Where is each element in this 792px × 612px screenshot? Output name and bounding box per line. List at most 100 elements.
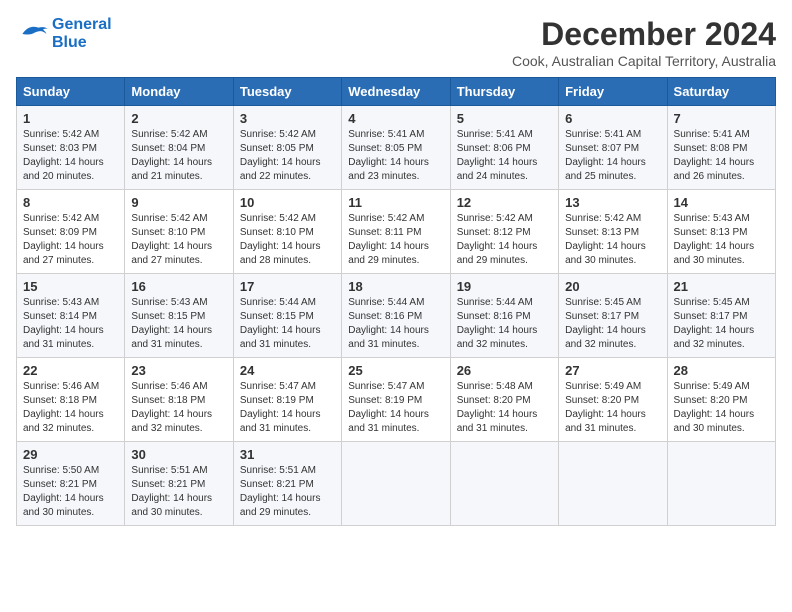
cell-info: Sunrise: 5:41 AM Sunset: 8:05 PM Dayligh…	[348, 129, 429, 182]
day-number: 13	[565, 195, 660, 210]
calendar-cell: 26 Sunrise: 5:48 AM Sunset: 8:20 PM Dayli…	[450, 358, 558, 442]
calendar-cell: 24 Sunrise: 5:47 AM Sunset: 8:19 PM Dayli…	[233, 358, 341, 442]
day-number: 11	[348, 195, 443, 210]
cell-info: Sunrise: 5:49 AM Sunset: 8:20 PM Dayligh…	[565, 381, 646, 434]
day-number: 2	[131, 111, 226, 126]
cell-info: Sunrise: 5:47 AM Sunset: 8:19 PM Dayligh…	[348, 381, 429, 434]
cell-info: Sunrise: 5:43 AM Sunset: 8:15 PM Dayligh…	[131, 297, 212, 350]
calendar-cell: 29 Sunrise: 5:50 AM Sunset: 8:21 PM Dayli…	[17, 442, 125, 526]
cell-info: Sunrise: 5:50 AM Sunset: 8:21 PM Dayligh…	[23, 465, 104, 518]
cell-info: Sunrise: 5:46 AM Sunset: 8:18 PM Dayligh…	[23, 381, 104, 434]
day-number: 3	[240, 111, 335, 126]
calendar-cell: 1 Sunrise: 5:42 AM Sunset: 8:03 PM Daylig…	[17, 106, 125, 190]
day-number: 12	[457, 195, 552, 210]
calendar-cell: 30 Sunrise: 5:51 AM Sunset: 8:21 PM Dayli…	[125, 442, 233, 526]
day-number: 4	[348, 111, 443, 126]
calendar-cell	[450, 442, 558, 526]
day-number: 14	[674, 195, 769, 210]
calendar-cell: 12 Sunrise: 5:42 AM Sunset: 8:12 PM Dayli…	[450, 190, 558, 274]
calendar-cell: 9 Sunrise: 5:42 AM Sunset: 8:10 PM Daylig…	[125, 190, 233, 274]
day-number: 7	[674, 111, 769, 126]
cell-info: Sunrise: 5:44 AM Sunset: 8:16 PM Dayligh…	[348, 297, 429, 350]
calendar-cell: 15 Sunrise: 5:43 AM Sunset: 8:14 PM Dayli…	[17, 274, 125, 358]
day-number: 17	[240, 279, 335, 294]
day-number: 24	[240, 363, 335, 378]
calendar-cell: 22 Sunrise: 5:46 AM Sunset: 8:18 PM Dayli…	[17, 358, 125, 442]
calendar-cell	[667, 442, 775, 526]
day-number: 19	[457, 279, 552, 294]
calendar-cell: 4 Sunrise: 5:41 AM Sunset: 8:05 PM Daylig…	[342, 106, 450, 190]
cell-info: Sunrise: 5:49 AM Sunset: 8:20 PM Dayligh…	[674, 381, 755, 434]
cell-info: Sunrise: 5:45 AM Sunset: 8:17 PM Dayligh…	[565, 297, 646, 350]
cell-info: Sunrise: 5:41 AM Sunset: 8:07 PM Dayligh…	[565, 129, 646, 182]
calendar-cell	[559, 442, 667, 526]
cell-info: Sunrise: 5:42 AM Sunset: 8:09 PM Dayligh…	[23, 213, 104, 266]
calendar-cell: 6Sunrise: 5:41 AM Sunset: 8:07 PM Daylig…	[559, 106, 667, 190]
cell-info: Sunrise: 5:45 AM Sunset: 8:17 PM Dayligh…	[674, 297, 755, 350]
header: General Blue December 2024 Cook, Austral…	[16, 16, 776, 69]
day-header-sunday: Sunday	[17, 78, 125, 106]
cell-info: Sunrise: 5:44 AM Sunset: 8:15 PM Dayligh…	[240, 297, 321, 350]
cell-info: Sunrise: 5:51 AM Sunset: 8:21 PM Dayligh…	[240, 465, 321, 518]
day-number: 15	[23, 279, 118, 294]
day-number: 8	[23, 195, 118, 210]
calendar-cell: 20 Sunrise: 5:45 AM Sunset: 8:17 PM Dayli…	[559, 274, 667, 358]
day-number: 30	[131, 447, 226, 462]
day-number: 28	[674, 363, 769, 378]
cell-info: Sunrise: 5:41 AM Sunset: 8:06 PM Dayligh…	[457, 129, 538, 182]
day-header-friday: Friday	[559, 78, 667, 106]
cell-info: Sunrise: 5:42 AM Sunset: 8:12 PM Dayligh…	[457, 213, 538, 266]
cell-info: Sunrise: 5:42 AM Sunset: 8:10 PM Dayligh…	[131, 213, 212, 266]
calendar-cell: 31 Sunrise: 5:51 AM Sunset: 8:21 PM Dayli…	[233, 442, 341, 526]
day-header-tuesday: Tuesday	[233, 78, 341, 106]
calendar-cell	[342, 442, 450, 526]
cell-info: Sunrise: 5:42 AM Sunset: 8:03 PM Dayligh…	[23, 129, 104, 182]
day-number: 31	[240, 447, 335, 462]
calendar-cell: 13 Sunrise: 5:42 AM Sunset: 8:13 PM Dayli…	[559, 190, 667, 274]
day-header-thursday: Thursday	[450, 78, 558, 106]
day-number: 22	[23, 363, 118, 378]
calendar-cell: 10Sunrise: 5:42 AM Sunset: 8:10 PM Dayli…	[233, 190, 341, 274]
day-number: 29	[23, 447, 118, 462]
cell-info: Sunrise: 5:42 AM Sunset: 8:11 PM Dayligh…	[348, 213, 429, 266]
day-number: 16	[131, 279, 226, 294]
day-number: 5	[457, 111, 552, 126]
calendar-cell: 14 Sunrise: 5:43 AM Sunset: 8:13 PM Dayli…	[667, 190, 775, 274]
cell-info: Sunrise: 5:48 AM Sunset: 8:20 PM Dayligh…	[457, 381, 538, 434]
cell-info: Sunrise: 5:42 AM Sunset: 8:05 PM Dayligh…	[240, 129, 321, 182]
day-number: 25	[348, 363, 443, 378]
cell-info: Sunrise: 5:43 AM Sunset: 8:14 PM Dayligh…	[23, 297, 104, 350]
calendar-table: SundayMondayTuesdayWednesdayThursdayFrid…	[16, 77, 776, 526]
day-number: 26	[457, 363, 552, 378]
calendar-cell: 25 Sunrise: 5:47 AM Sunset: 8:19 PM Dayli…	[342, 358, 450, 442]
day-number: 1	[23, 111, 118, 126]
day-number: 27	[565, 363, 660, 378]
subtitle: Cook, Australian Capital Territory, Aust…	[512, 53, 776, 69]
calendar-cell: 8 Sunrise: 5:42 AM Sunset: 8:09 PM Daylig…	[17, 190, 125, 274]
cell-info: Sunrise: 5:43 AM Sunset: 8:13 PM Dayligh…	[674, 213, 755, 266]
cell-info: Sunrise: 5:46 AM Sunset: 8:18 PM Dayligh…	[131, 381, 212, 434]
calendar-cell: 3 Sunrise: 5:42 AM Sunset: 8:05 PM Daylig…	[233, 106, 341, 190]
day-header-monday: Monday	[125, 78, 233, 106]
calendar-cell: 21 Sunrise: 5:45 AM Sunset: 8:17 PM Dayli…	[667, 274, 775, 358]
cell-info: Sunrise: 5:51 AM Sunset: 8:21 PM Dayligh…	[131, 465, 212, 518]
logo: General Blue	[16, 16, 112, 52]
day-number: 21	[674, 279, 769, 294]
title-area: December 2024 Cook, Australian Capital T…	[512, 16, 776, 69]
cell-info: Sunrise: 5:44 AM Sunset: 8:16 PM Dayligh…	[457, 297, 538, 350]
calendar-cell: 28 Sunrise: 5:49 AM Sunset: 8:20 PM Dayli…	[667, 358, 775, 442]
cell-info: Sunrise: 5:41 AM Sunset: 8:08 PM Dayligh…	[674, 129, 755, 182]
day-number: 9	[131, 195, 226, 210]
cell-info: Sunrise: 5:42 AM Sunset: 8:13 PM Dayligh…	[565, 213, 646, 266]
cell-info: Sunrise: 5:47 AM Sunset: 8:19 PM Dayligh…	[240, 381, 321, 434]
calendar-cell: 7 Sunrise: 5:41 AM Sunset: 8:08 PM Daylig…	[667, 106, 775, 190]
calendar-cell: 19 Sunrise: 5:44 AM Sunset: 8:16 PM Dayli…	[450, 274, 558, 358]
day-number: 23	[131, 363, 226, 378]
day-number: 20	[565, 279, 660, 294]
calendar-cell: 16 Sunrise: 5:43 AM Sunset: 8:15 PM Dayli…	[125, 274, 233, 358]
month-title: December 2024	[512, 16, 776, 53]
cell-info: Sunrise: 5:42 AM Sunset: 8:04 PM Dayligh…	[131, 129, 212, 182]
calendar-cell: 23 Sunrise: 5:46 AM Sunset: 8:18 PM Dayli…	[125, 358, 233, 442]
calendar-cell: 11 Sunrise: 5:42 AM Sunset: 8:11 PM Dayli…	[342, 190, 450, 274]
calendar-cell: 17 Sunrise: 5:44 AM Sunset: 8:15 PM Dayli…	[233, 274, 341, 358]
